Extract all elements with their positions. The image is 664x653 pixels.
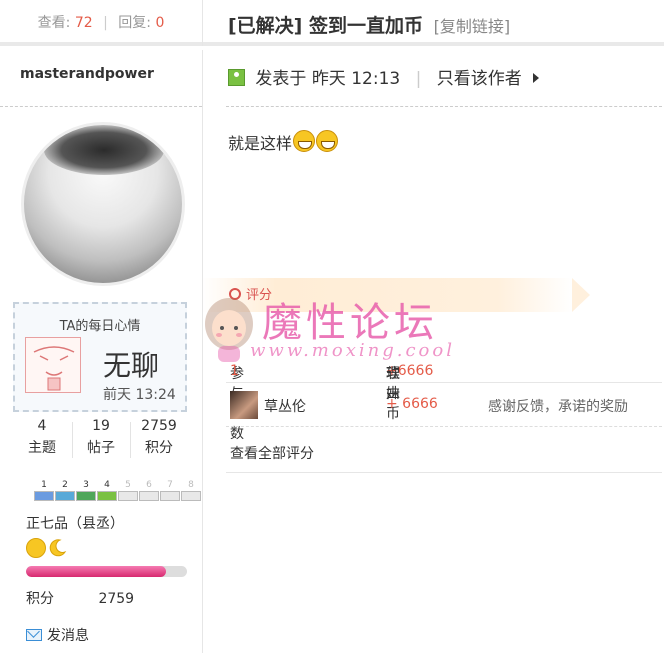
rating-reason: 感谢反馈，承诺的奖励 [488,399,628,415]
mood-face-icon [25,337,81,393]
thread-stats: 查看: 72 | 回复: 0 [0,0,203,46]
counter-value: 2759 [141,418,177,434]
replies-count: 0 [155,15,165,31]
level-block [181,491,201,501]
rater-name[interactable]: 草丛伦 [264,396,306,416]
level-number: 4 [104,480,110,490]
moon-medal-icon [47,538,67,558]
level-segment: 8 [181,480,201,501]
thread-header-bar: 查看: 72 | 回复: 0 [已解决] 签到一直加币 [复制链接] [0,0,664,46]
rating-heading-text: 评分 [246,288,273,303]
counter-value: 19 [92,418,110,434]
author-avatar[interactable] [21,122,185,286]
score-label: 积分 [26,591,54,607]
level-block [97,491,117,501]
user-rank: 正七品（县丞） [26,516,124,532]
mail-icon [26,629,42,641]
level-number: 8 [188,480,194,490]
rating-circle-icon [229,288,241,300]
experience-bar-fill [26,566,167,577]
counter-score[interactable]: 2759 积分 [130,418,188,457]
grin-emoji-icon [316,130,339,152]
level-number: 5 [125,480,131,490]
author-counters: 4 主题 19 帖子 2759 积分 [0,418,202,462]
level-segment: 4 [97,480,117,501]
rating-heading: 评分 [229,284,272,303]
counter-label: 积分 [145,440,173,456]
counter-label: 帖子 [87,440,115,456]
level-block [34,491,54,501]
thread-title-text: [已解决] 签到一直加币 [228,15,423,37]
post-body-text: 就是这样 [228,134,293,153]
rating-row: 草丛伦 + 6666 感谢反馈，承诺的奖励 [226,383,662,427]
level-block [118,491,138,501]
rating-table: 参与人数 1 软妹币 +6666 理由 草丛伦 + 6666 感谢反馈，承诺的奖… [226,345,662,473]
sidebar-divider [0,106,202,107]
counter-topics[interactable]: 4 主题 [13,418,71,457]
posted-label: 发表于 [255,69,307,89]
level-number: 3 [83,480,89,490]
send-message-label: 发消息 [47,628,89,644]
views-label: 查看: [37,15,71,31]
level-block [76,491,96,501]
post-body: 就是这样 [228,130,339,154]
author-sidebar: masterandpower TA的每日心情 无聊 前天 13:24 4 主题 … [0,50,203,653]
counter-value: 4 [37,418,47,434]
online-status-icon [228,69,245,86]
level-number: 1 [41,480,47,490]
rating-table-bottom [226,472,662,473]
stats-separator: | [103,15,108,31]
level-block [55,491,75,501]
send-message-button[interactable]: 发消息 [26,625,89,645]
view-all-ratings-link[interactable]: 查看全部评分 [230,443,314,463]
only-author-link[interactable]: 只看该作者 [437,69,522,89]
post-info-separator: | [415,69,422,89]
author-username[interactable]: masterandpower [20,66,154,82]
level-number: 6 [146,480,152,490]
score-row: 积分 2759 [26,588,134,608]
experience-bar [26,566,187,577]
counter-label: 主题 [28,440,56,456]
mood-time: 前天 13:24 [103,387,176,403]
grin-emoji-icon [293,130,316,152]
level-number: 7 [167,480,173,490]
post-divider [226,106,662,107]
participants-count: 1 [230,363,239,379]
views-count: 72 [74,15,93,31]
level-segment: 7 [160,480,180,501]
rating-table-header: 参与人数 1 软妹币 +6666 理由 [226,345,662,442]
triangle-right-icon [533,73,540,83]
rater-avatar[interactable] [230,391,258,419]
score-value: 2759 [98,591,135,607]
level-segment: 5 [118,480,138,501]
copy-link-button[interactable]: [复制链接] [434,17,511,36]
replies-label: 回复: [118,15,151,31]
level-segment: 3 [76,480,96,501]
level-segment: 6 [139,480,159,501]
post-info: 发表于 昨天 12:13 | 只看该作者 [228,64,540,89]
posted-time: 昨天 12:13 [311,69,401,89]
level-segment: 2 [55,480,75,501]
level-block [160,491,180,501]
counter-posts[interactable]: 19 帖子 [72,418,130,457]
level-block [139,491,159,501]
daily-mood-box: TA的每日心情 无聊 前天 13:24 [13,302,187,412]
rating-amount: + 6666 [386,396,438,412]
thread-title: [已解决] 签到一直加币 [复制链接] [228,11,510,38]
level-number: 2 [62,480,68,490]
level-segment: 1 [34,480,54,501]
smiley-medal-icon [26,538,46,558]
mood-title: TA的每日心情 [59,319,141,334]
mood-word: 无聊 [103,349,160,382]
